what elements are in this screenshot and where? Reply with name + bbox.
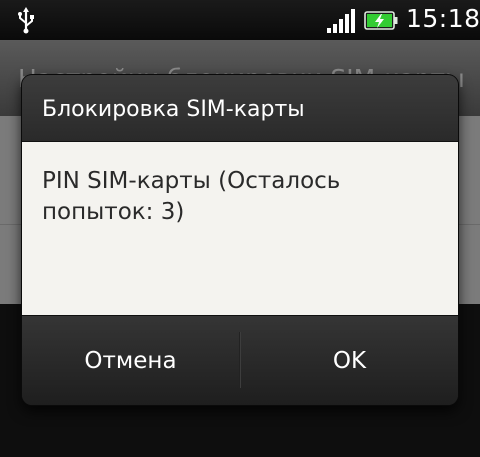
ok-button[interactable]: OK bbox=[241, 316, 458, 405]
battery-charging-icon bbox=[364, 11, 398, 30]
phone-screen: 15:18 Настройки блокировки SIM-карты Бло… bbox=[0, 0, 480, 457]
sim-lock-dialog: Блокировка SIM-карты PIN SIM-карты (Оста… bbox=[22, 75, 458, 405]
dialog-message: PIN SIM-карты (Осталось попыток: 3) bbox=[42, 168, 341, 225]
signal-icon bbox=[327, 9, 355, 33]
status-bar: 15:18 bbox=[0, 0, 480, 40]
cancel-button[interactable]: Отмена bbox=[22, 316, 239, 405]
status-clock: 15:18 bbox=[406, 4, 480, 33]
dialog-button-bar: Отмена OK bbox=[22, 315, 458, 405]
dialog-title-bar: Блокировка SIM-карты bbox=[22, 75, 458, 142]
usb-icon bbox=[18, 7, 34, 34]
dialog-title: Блокировка SIM-карты bbox=[42, 97, 305, 122]
